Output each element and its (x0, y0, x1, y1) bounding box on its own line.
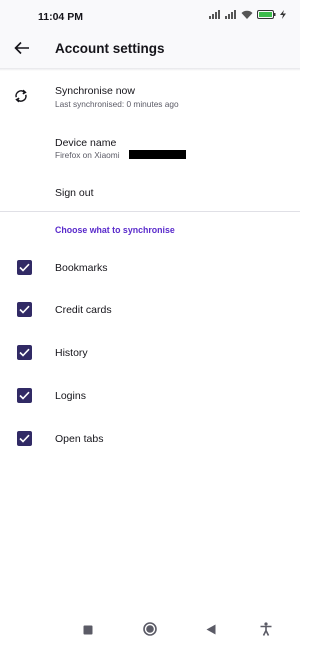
sign-out-row[interactable] (0, 175, 300, 209)
charging-icon (280, 10, 286, 19)
recents-square-icon (83, 622, 93, 640)
checkmark-icon (19, 430, 30, 448)
sync-option-logins[interactable]: Logins (0, 376, 300, 416)
accessibility-icon (260, 621, 272, 641)
home-circle-icon (143, 621, 157, 641)
checkmark-icon (19, 259, 30, 277)
device-name-label: Device name (55, 137, 117, 149)
back-button[interactable] (10, 38, 34, 62)
home-button[interactable] (141, 621, 159, 641)
sync-option-credit-cards[interactable]: Credit cards (0, 290, 300, 330)
checkmark-icon (19, 387, 30, 405)
checkbox-checked[interactable] (17, 388, 32, 403)
section-header: Choose what to synchronise (55, 225, 175, 235)
status-time: 11:04 PM (38, 11, 83, 23)
sync-option-label: Bookmarks (55, 262, 108, 274)
checkbox-checked[interactable] (17, 345, 32, 360)
sign-out-label: Sign out (55, 187, 94, 199)
status-icons (209, 10, 286, 19)
device-name-value: Firefox on Xiaomi (55, 150, 120, 160)
system-back-button[interactable] (202, 622, 220, 640)
signal-icon (225, 10, 237, 19)
status-bar: 11:04 PM (0, 0, 300, 32)
sync-now-label: Synchronise now (55, 85, 135, 97)
wifi-icon (241, 10, 253, 19)
sync-option-label: Logins (55, 390, 86, 402)
recents-button[interactable] (79, 622, 97, 640)
back-arrow-icon (14, 41, 30, 60)
sync-option-label: History (55, 347, 88, 359)
sync-option-history[interactable]: History (0, 333, 300, 373)
back-triangle-icon (206, 622, 216, 640)
divider (0, 211, 300, 212)
checkmark-icon (19, 301, 30, 319)
sync-option-label: Credit cards (55, 304, 112, 316)
app-bar-shadow (0, 68, 300, 71)
system-nav-bar (0, 612, 300, 650)
battery-icon (257, 10, 276, 19)
checkmark-icon (19, 344, 30, 362)
page-title: Account settings (55, 41, 165, 56)
accessibility-button[interactable] (257, 621, 275, 641)
signal-icon (209, 10, 221, 19)
redaction-bar (129, 150, 186, 159)
sync-option-bookmarks[interactable]: Bookmarks (0, 247, 300, 287)
last-synced-text: Last synchronised: 0 minutes ago (55, 99, 179, 109)
app-bar: Account settings (0, 32, 300, 68)
sync-option-open-tabs[interactable]: Open tabs (0, 418, 300, 458)
sync-icon (13, 88, 29, 104)
device-name-row[interactable] (0, 128, 300, 168)
checkbox-checked[interactable] (17, 431, 32, 446)
checkbox-checked[interactable] (17, 302, 32, 317)
checkbox-checked[interactable] (17, 260, 32, 275)
sync-option-label: Open tabs (55, 433, 104, 445)
